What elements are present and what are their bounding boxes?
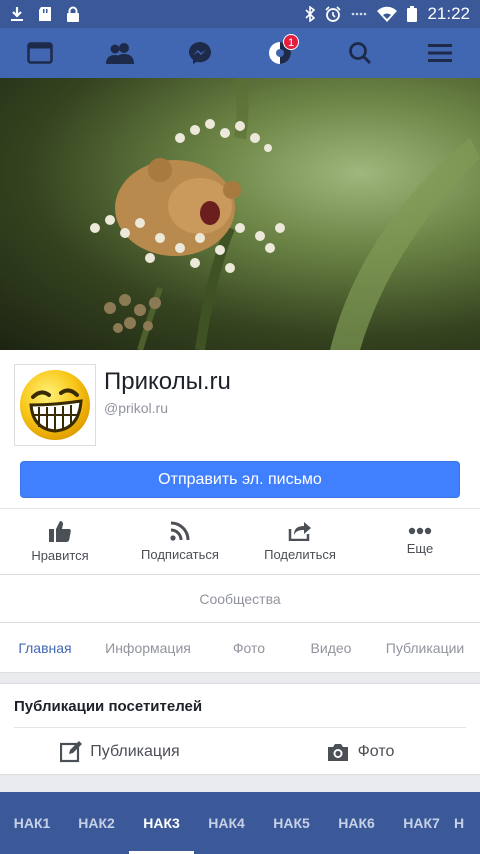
wifi-icon [377,6,398,22]
add-photo-label: Фото [357,742,395,760]
visitor-posts-section: Публикации посетителей Публикация Фото [0,683,480,775]
friends-icon [106,43,134,64]
share-icon [288,522,311,541]
status-bar: 21:22 [0,0,480,28]
battery-icon [407,6,418,22]
tab-videos[interactable]: Видео [292,623,370,672]
news-feed-tab[interactable] [10,28,70,78]
bottom-tab-8[interactable]: Н [454,792,479,854]
page-header: Приколы.ru @prikol.ru Отправить эл. пись… [0,350,480,508]
like-icon [49,521,71,542]
write-post-button[interactable]: Публикация [0,729,240,774]
bottom-tab-bar: НАК1 НАК2 НАК3 НАК4 НАК5 НАК6 НАК7 Н [0,792,480,854]
page-tabs: Главная Информация Фото Видео Публикации [0,623,480,673]
communities-link[interactable]: Сообщества [0,575,480,623]
notification-badge: 1 [283,34,299,50]
bottom-tab-1[interactable]: НАК1 [0,792,64,854]
dots-icon [352,12,367,16]
share-button[interactable]: Поделиться [240,509,360,574]
like-label: Нравится [31,548,89,563]
bottom-tab-5[interactable]: НАК5 [259,792,324,854]
write-post-label: Публикация [90,742,180,760]
search-icon [349,42,372,65]
compose-icon [60,740,83,762]
bottom-tab-4[interactable]: НАК4 [194,792,259,854]
send-email-button[interactable]: Отправить эл. письмо [20,461,460,498]
notifications-tab[interactable]: 1 [250,28,310,78]
bluetooth-icon [305,6,316,22]
divider [14,727,466,728]
more-label: Еще [406,541,434,556]
bottom-tab-6[interactable]: НАК6 [324,792,389,854]
share-label: Поделиться [264,547,336,562]
messenger-tab[interactable] [170,28,230,78]
clock: 21:22 [427,4,470,23]
search-tab[interactable] [330,28,390,78]
camera-icon [327,743,348,761]
sd-card-icon [39,7,51,21]
page-handle: @prikol.ru [104,400,169,416]
download-icon [11,7,23,21]
visitor-posts-title: Публикации посетителей [14,698,203,715]
tab-posts[interactable]: Публикации [370,623,480,672]
laughing-smiley-icon [20,370,90,440]
cover-image [90,78,480,350]
rss-icon [170,521,190,541]
tab-photos[interactable]: Фото [206,623,292,672]
bottom-tab-3[interactable]: НАК3 [129,792,194,854]
feed-icon [27,42,53,64]
more-icon [408,527,432,535]
tab-home[interactable]: Главная [0,623,90,672]
top-navigation: 1 [0,28,480,78]
follow-label: Подписаться [141,547,219,562]
lock-icon [67,6,79,22]
bottom-tab-7[interactable]: НАК7 [389,792,454,854]
page-title: Приколы.ru [104,368,231,395]
cover-photo[interactable] [0,78,480,350]
messenger-icon [189,42,211,64]
alarm-icon [325,6,342,22]
more-button[interactable]: Еще [360,509,480,574]
bottom-tab-2[interactable]: НАК2 [64,792,129,854]
add-photo-button[interactable]: Фото [240,729,480,774]
menu-icon [428,44,452,62]
page-actions: Нравится Подписаться Поделиться Еще [0,508,480,575]
friends-tab[interactable] [90,28,150,78]
page-avatar[interactable] [14,364,96,446]
like-button[interactable]: Нравится [0,509,120,574]
tab-info[interactable]: Информация [90,623,206,672]
follow-button[interactable]: Подписаться [120,509,240,574]
menu-tab[interactable] [410,28,470,78]
